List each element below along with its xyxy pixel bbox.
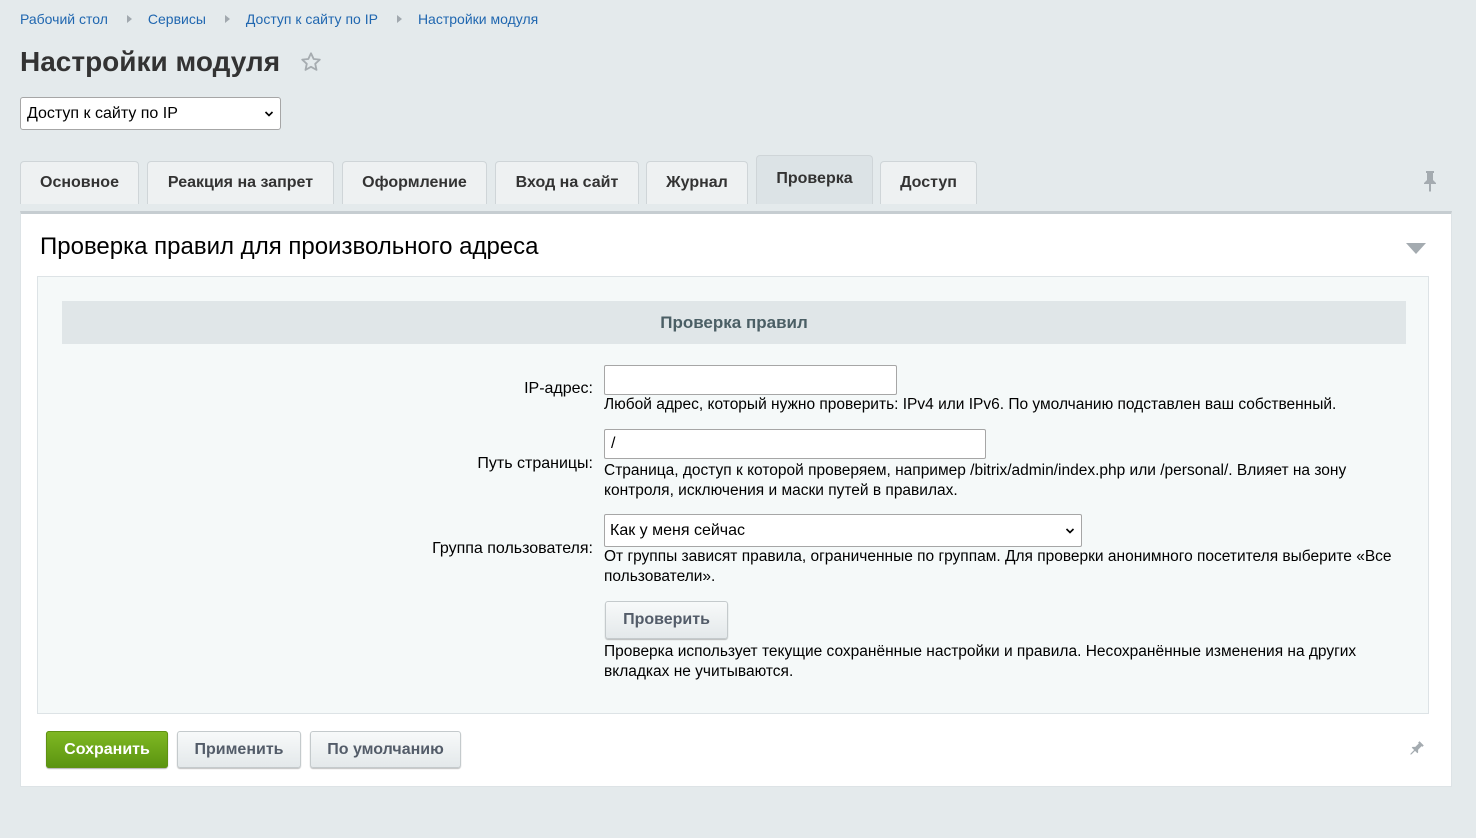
tab-check[interactable]: Проверка — [756, 155, 873, 204]
check-button[interactable]: Проверить — [605, 601, 728, 639]
star-icon[interactable] — [300, 48, 322, 80]
module-select-value: Доступ к сайту по IP — [27, 104, 178, 122]
settings-panel: Проверка правил для произвольного адреса… — [20, 211, 1452, 787]
ip-hint: Любой адрес, который нужно проверить: IP… — [604, 396, 1337, 413]
check-rules-block: Проверка правил IP-адрес: Любой адрес, к… — [37, 276, 1429, 714]
path-input[interactable]: / — [604, 429, 986, 459]
breadcrumb: Рабочий стол Сервисы Доступ к сайту по I… — [20, 10, 538, 28]
group-select-value: Как у меня сейчас — [610, 521, 746, 539]
chevron-down-icon — [264, 110, 274, 117]
apply-button[interactable]: Применить — [177, 731, 301, 768]
tab-site-login[interactable]: Вход на сайт — [495, 161, 639, 204]
tab-log[interactable]: Журнал — [646, 161, 748, 204]
path-label: Путь страницы: — [477, 455, 593, 472]
group-select[interactable]: Как у меня сейчас — [604, 514, 1082, 547]
tab-deny-reaction[interactable]: Реакция на запрет — [147, 161, 334, 204]
breadcrumb-separator-icon — [126, 15, 132, 23]
breadcrumb-link-desktop[interactable]: Рабочий стол — [20, 11, 108, 27]
page-title-row: Настройки модуля — [20, 44, 322, 80]
tab-appearance[interactable]: Оформление — [342, 161, 487, 204]
breadcrumb-separator-icon — [224, 15, 230, 23]
tab-main[interactable]: Основное — [20, 161, 139, 204]
save-button[interactable]: Сохранить — [46, 731, 168, 768]
ip-label: IP-адрес: — [524, 380, 593, 397]
ip-input[interactable] — [604, 365, 897, 395]
path-hint: Страница, доступ к которой проверяем, на… — [604, 462, 1347, 499]
check-hint: Проверка использует текущие сохранённые … — [604, 643, 1357, 680]
chevron-down-icon — [1065, 527, 1075, 534]
default-button[interactable]: По умолчанию — [310, 731, 461, 768]
tab-access[interactable]: Доступ — [880, 161, 977, 204]
collapse-triangle-icon[interactable] — [1406, 241, 1426, 259]
module-select[interactable]: Доступ к сайту по IP — [20, 97, 281, 130]
breadcrumb-link-ip-access[interactable]: Доступ к сайту по IP — [246, 11, 378, 27]
section-title: Проверка правил для произвольного адреса — [40, 233, 539, 260]
group-label: Группа пользователя: — [432, 540, 593, 557]
page-title: Настройки модуля — [20, 46, 281, 77]
pin-icon[interactable] — [1422, 170, 1438, 197]
group-hint: От группы зависят правила, ограниченные … — [604, 548, 1392, 585]
breadcrumb-link-services[interactable]: Сервисы — [148, 11, 206, 27]
breadcrumb-link-module-settings[interactable]: Настройки модуля — [418, 11, 538, 27]
check-rules-header: Проверка правил — [62, 301, 1406, 344]
pin-icon[interactable] — [1407, 740, 1425, 763]
breadcrumb-separator-icon — [396, 15, 402, 23]
